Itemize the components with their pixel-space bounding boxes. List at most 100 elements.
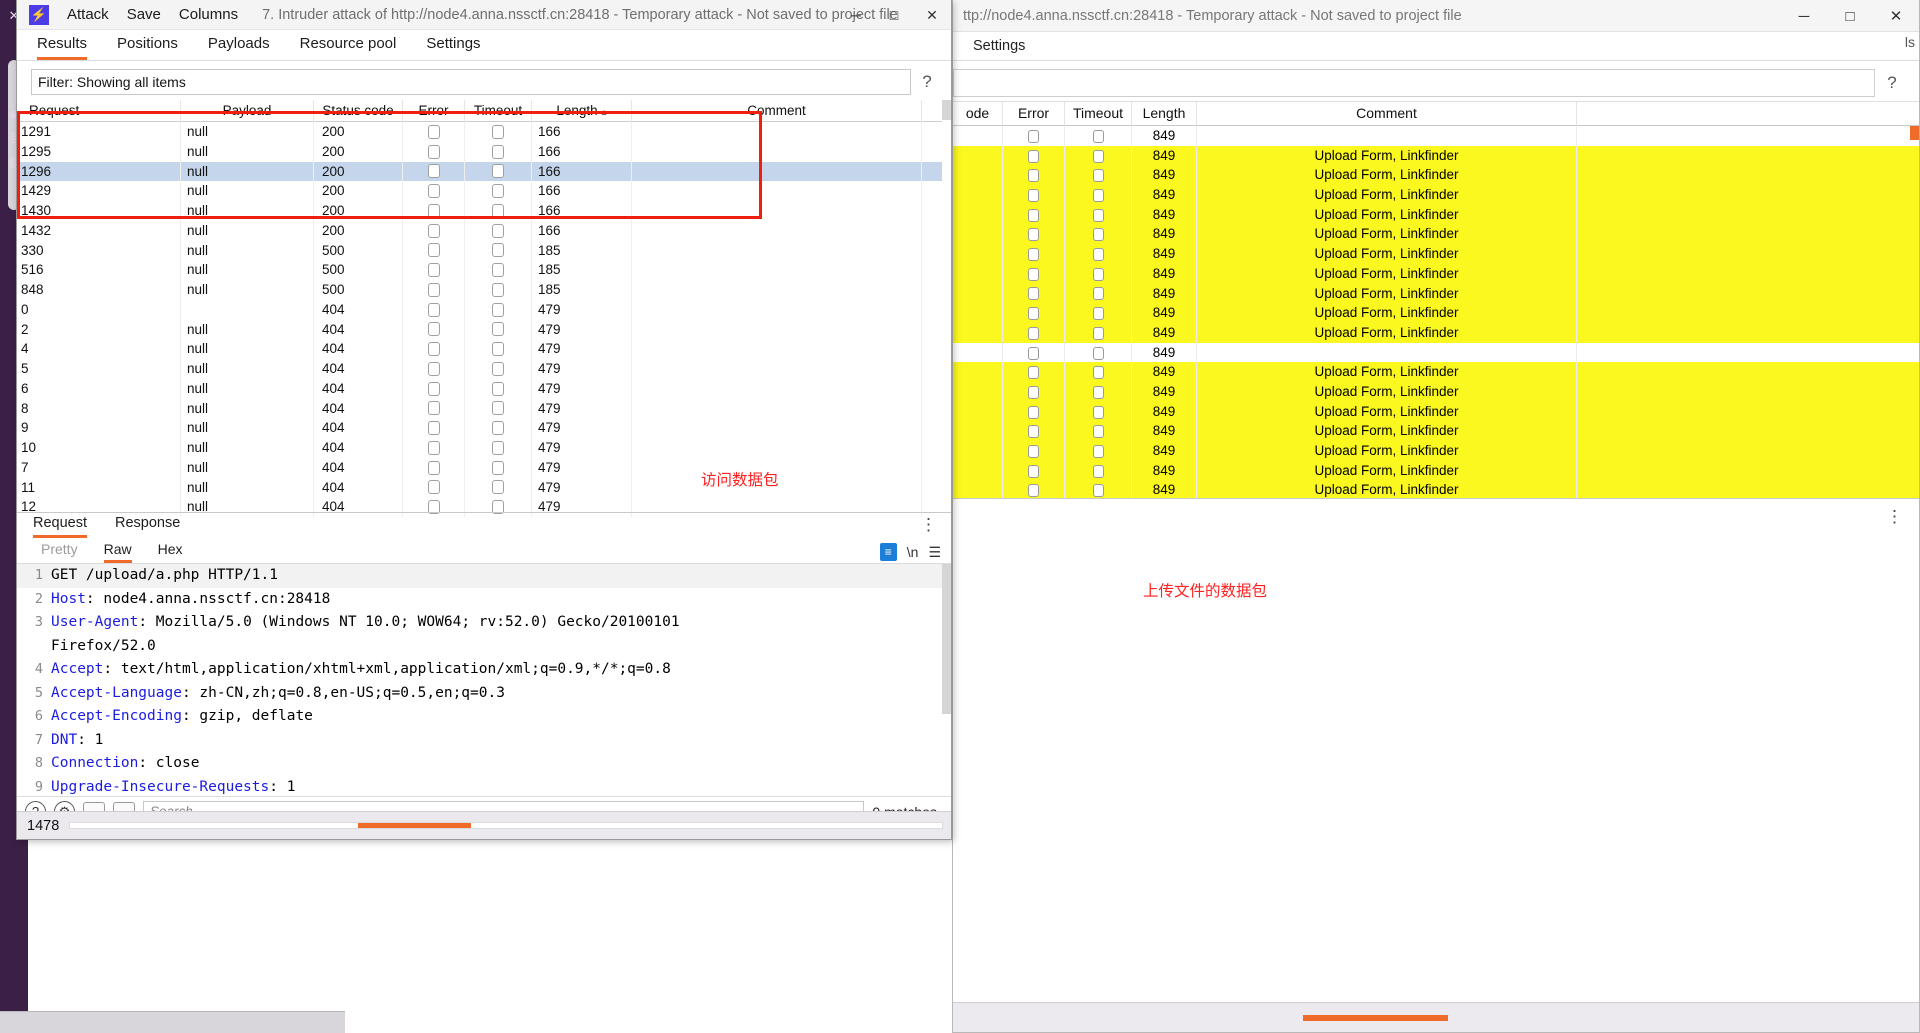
table-row[interactable]: 11 null 404 479 [17,477,951,498]
cell-error[interactable] [1003,126,1065,146]
table-row[interactable]: 849Upload Form, Linkfinder [953,362,1919,382]
error-checkbox[interactable] [427,440,440,455]
error-checkbox[interactable] [427,342,440,357]
timeout-checkbox[interactable] [492,184,504,199]
table-row[interactable]: 1432 null 200 166 [17,220,951,241]
error-checkbox[interactable] [427,361,440,376]
table-row[interactable]: 1296 null 200 166 [17,161,951,182]
back-close-button[interactable]: ✕ [1873,0,1919,32]
table-row[interactable]: 8 null 404 479 [17,398,951,419]
timeout-checkbox[interactable] [1092,444,1104,458]
cell-timeout[interactable] [465,378,532,399]
table-row[interactable]: 1429 null 200 166 [17,181,951,201]
table-row[interactable]: 849Upload Form, Linkfinder [953,224,1919,245]
timeout-checkbox[interactable] [1092,149,1104,163]
error-checkbox[interactable] [1028,169,1039,183]
error-checkbox[interactable] [427,401,440,416]
cell-timeout[interactable] [465,299,532,320]
cell-timeout[interactable] [465,477,532,498]
cell-timeout[interactable] [1065,322,1132,343]
cell-timeout[interactable] [1065,381,1132,402]
error-checkbox[interactable] [427,381,440,396]
timeout-checkbox[interactable] [492,144,504,159]
table-row[interactable]: 1295 null 200 166 [17,141,951,162]
cell-timeout[interactable] [465,339,532,359]
error-checkbox[interactable] [1028,149,1039,163]
table-row[interactable]: 10 null 404 479 [17,438,951,458]
tab-results[interactable]: Results [37,35,88,60]
error-checkbox[interactable] [427,322,440,337]
back-col-error[interactable]: Error [1003,101,1065,126]
tab-raw[interactable]: Raw [103,541,132,563]
cell-error[interactable] [403,299,465,320]
timeout-checkbox[interactable] [492,282,504,297]
table-row[interactable]: 516 null 500 185 [17,260,951,280]
cell-error[interactable] [1003,303,1065,323]
cell-timeout[interactable] [1065,401,1132,422]
timeout-checkbox[interactable] [492,361,504,376]
error-checkbox[interactable] [1028,248,1039,262]
cell-error[interactable] [1003,283,1065,304]
timeout-checkbox[interactable] [492,203,504,218]
back-tab-settings[interactable]: Settings [973,38,1025,54]
menu-columns[interactable]: Columns [179,6,238,23]
cell-timeout[interactable] [1065,421,1132,441]
timeout-checkbox[interactable] [492,480,504,495]
cell-error[interactable] [403,339,465,359]
timeout-checkbox[interactable] [1092,385,1104,399]
error-checkbox[interactable] [427,144,440,159]
cell-error[interactable] [1003,362,1065,382]
raw-vertical-scrollbar[interactable] [942,564,951,796]
error-checkbox[interactable] [1028,464,1039,478]
tab-payloads[interactable]: Payloads [208,35,270,60]
timeout-checkbox[interactable] [1092,208,1104,222]
results-vertical-scrollbar[interactable] [942,100,951,512]
cell-error[interactable] [403,260,465,280]
back-filter-field[interactable] [953,69,1875,97]
timeout-checkbox[interactable] [492,322,504,337]
cell-error[interactable] [1003,145,1065,166]
cell-error[interactable] [1003,224,1065,245]
cell-timeout[interactable] [465,418,532,438]
cell-error[interactable] [1003,244,1065,264]
error-checkbox[interactable] [1028,405,1039,419]
table-row[interactable]: 849Upload Form, Linkfinder [953,401,1919,422]
cell-error[interactable] [403,477,465,498]
timeout-checkbox[interactable] [492,243,504,258]
timeout-checkbox[interactable] [1092,366,1104,380]
cell-error[interactable] [1003,342,1065,363]
timeout-checkbox[interactable] [492,381,504,396]
timeout-checkbox[interactable] [492,302,504,317]
timeout-checkbox[interactable] [1092,326,1104,340]
cell-error[interactable] [403,319,465,340]
cell-error[interactable] [403,240,465,261]
timeout-checkbox[interactable] [1092,169,1104,183]
table-row[interactable]: 849Upload Form, Linkfinder [953,303,1919,323]
table-row[interactable]: 330 null 500 185 [17,240,951,261]
tab-settings[interactable]: Settings [426,35,480,60]
col-status-code[interactable]: Status code [314,100,403,122]
back-panel-menu-icon[interactable]: ⋮ [1886,507,1903,527]
error-checkbox[interactable] [427,243,440,258]
col-payload[interactable]: Payload [181,100,314,122]
format-menu-icon[interactable]: ☰ [928,544,941,561]
timeout-checkbox[interactable] [492,124,504,139]
back-col-length[interactable]: Length [1132,101,1197,126]
table-row[interactable]: 2 null 404 479 [17,319,951,340]
cell-error[interactable] [1003,401,1065,422]
table-row[interactable]: 849Upload Form, Linkfinder [953,165,1919,186]
cell-timeout[interactable] [1065,145,1132,166]
cell-timeout[interactable] [1065,165,1132,186]
back-col-status[interactable]: ode [953,101,1003,126]
back-help-icon[interactable]: ? [1875,73,1909,93]
table-row[interactable]: 0 404 479 [17,299,951,320]
error-checkbox[interactable] [1028,326,1039,340]
cell-timeout[interactable] [1065,441,1132,461]
timeout-checkbox[interactable] [1092,287,1104,301]
cell-error[interactable] [1003,421,1065,441]
error-checkbox[interactable] [427,184,440,199]
menu-attack[interactable]: Attack [67,6,109,23]
timeout-checkbox[interactable] [1092,346,1104,360]
error-checkbox[interactable] [1028,484,1039,498]
back-col-timeout[interactable]: Timeout [1065,101,1132,126]
